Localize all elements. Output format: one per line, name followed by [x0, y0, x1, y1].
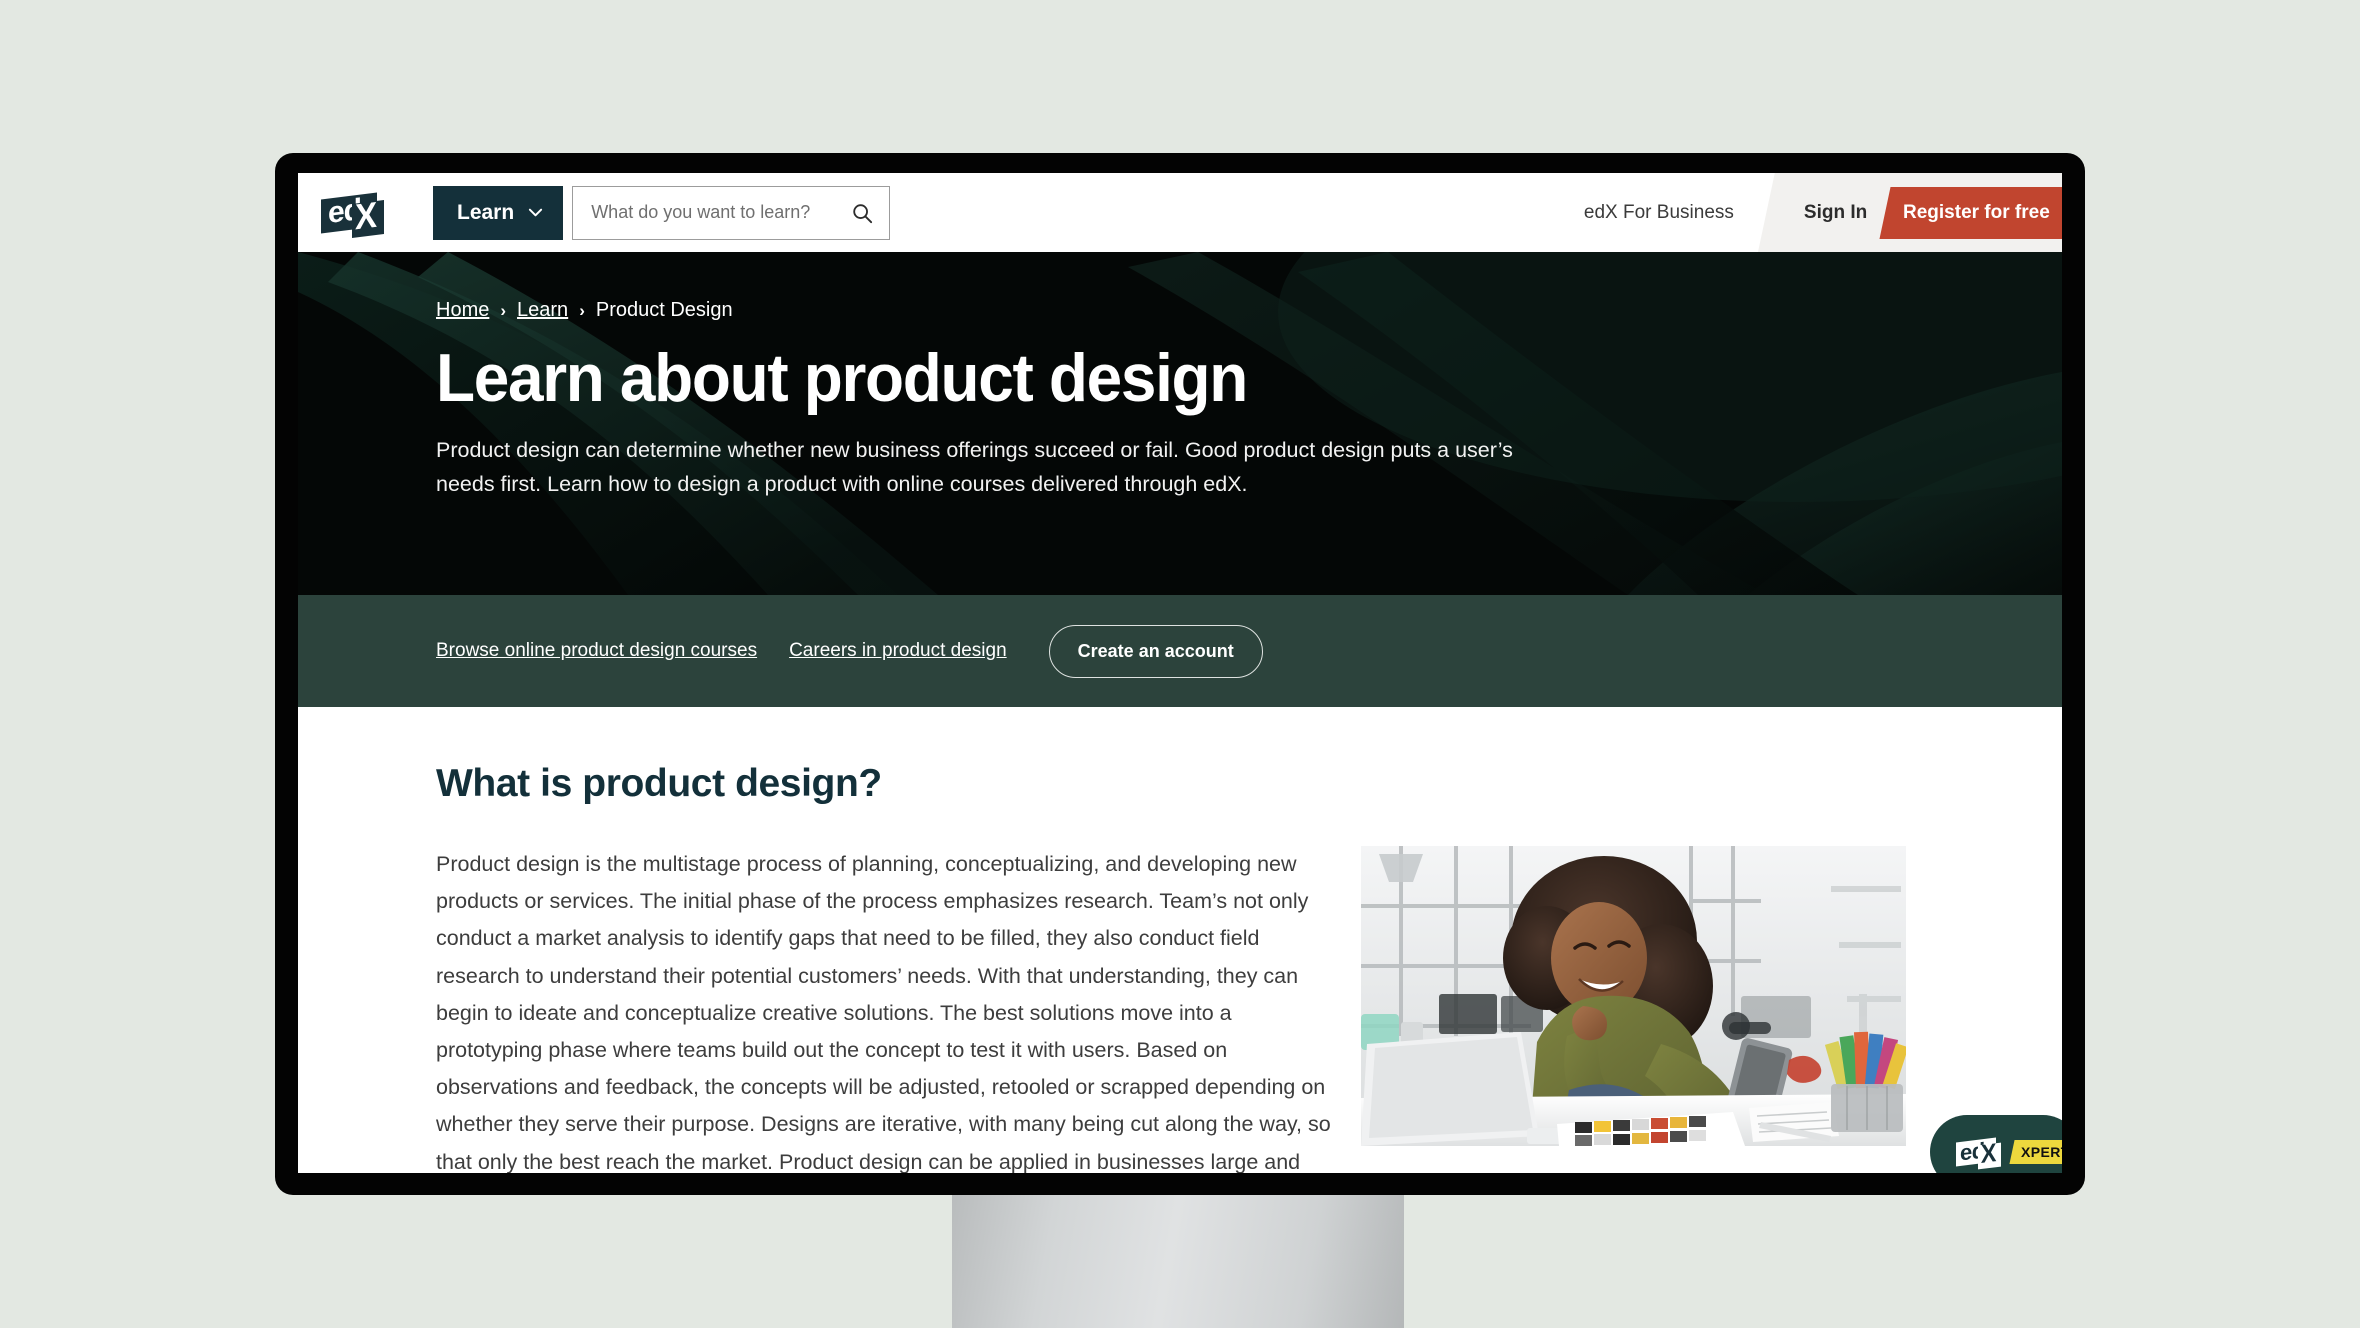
- xpert-logo-x-text: X: [1980, 1137, 1997, 1169]
- sign-in-link[interactable]: Sign In: [1804, 202, 1885, 224]
- top-navigation-bar: ed X Learn edX For Business Sign In Regi…: [298, 173, 2062, 252]
- xpert-tag-label: XPERT: [2021, 1144, 2062, 1160]
- register-for-free-button[interactable]: Register for free: [1879, 186, 2062, 239]
- breadcrumb-separator-icon: ›: [579, 301, 585, 320]
- xpert-edx-logo: ed X: [1956, 1137, 2006, 1170]
- auth-cluster: Sign In Register for free: [1758, 173, 2062, 252]
- breadcrumb-item-current: Product Design: [595, 299, 733, 321]
- breadcrumb-separator-icon: ›: [500, 301, 507, 320]
- content-body: Product design is the multistage process…: [436, 846, 2062, 1173]
- breadcrumb-item-home[interactable]: Home: [436, 299, 489, 322]
- edx-for-business-link[interactable]: edX For Business: [1584, 202, 1734, 224]
- page-title: Learn about product design: [436, 340, 1248, 416]
- main-content: What is product design? Product design i…: [298, 707, 2062, 1173]
- breadcrumb: Home › Learn › Product Design: [436, 299, 2062, 322]
- section-heading: What is product design?: [436, 762, 882, 805]
- content-paragraph: Product design is the multistage process…: [436, 852, 1331, 1173]
- hero-description: Product design can determine whether new…: [436, 438, 1513, 496]
- hero-content: Home › Learn › Product Design Learn abou…: [298, 252, 2062, 501]
- monitor-stand: [952, 1195, 1404, 1328]
- logo-x-text: X: [354, 193, 378, 237]
- register-button-label: Register for free: [1903, 201, 2050, 223]
- learn-dropdown-label: Learn: [457, 200, 515, 224]
- hero-action-bar: Browse online product design courses Car…: [298, 595, 2062, 707]
- search-box[interactable]: [572, 185, 891, 240]
- monitor-bezel: ed X Learn edX For Business Sign In Regi…: [275, 153, 2085, 1195]
- chevron-down-icon: [529, 208, 543, 217]
- content-photo: [1361, 846, 1906, 1146]
- browse-courses-link[interactable]: Browse online product design courses: [436, 640, 757, 662]
- edx-logo[interactable]: ed X: [321, 190, 391, 238]
- xpert-assistant-badge[interactable]: ed X XPERT: [1930, 1115, 2062, 1173]
- breadcrumb-item-learn[interactable]: Learn: [517, 299, 568, 322]
- careers-link[interactable]: Careers in product design: [789, 640, 1007, 662]
- workspace-designer-photo: [1361, 846, 1906, 1146]
- learn-dropdown-button[interactable]: Learn: [433, 185, 564, 240]
- create-an-account-button[interactable]: Create an account: [1048, 624, 1263, 678]
- search-icon[interactable]: [851, 202, 873, 224]
- browser-viewport: ed X Learn edX For Business Sign In Regi…: [298, 173, 2062, 1173]
- hero-banner: Home › Learn › Product Design Learn abou…: [298, 252, 2062, 595]
- search-input[interactable]: [591, 202, 846, 223]
- xpert-tag: XPERT: [2009, 1140, 2062, 1164]
